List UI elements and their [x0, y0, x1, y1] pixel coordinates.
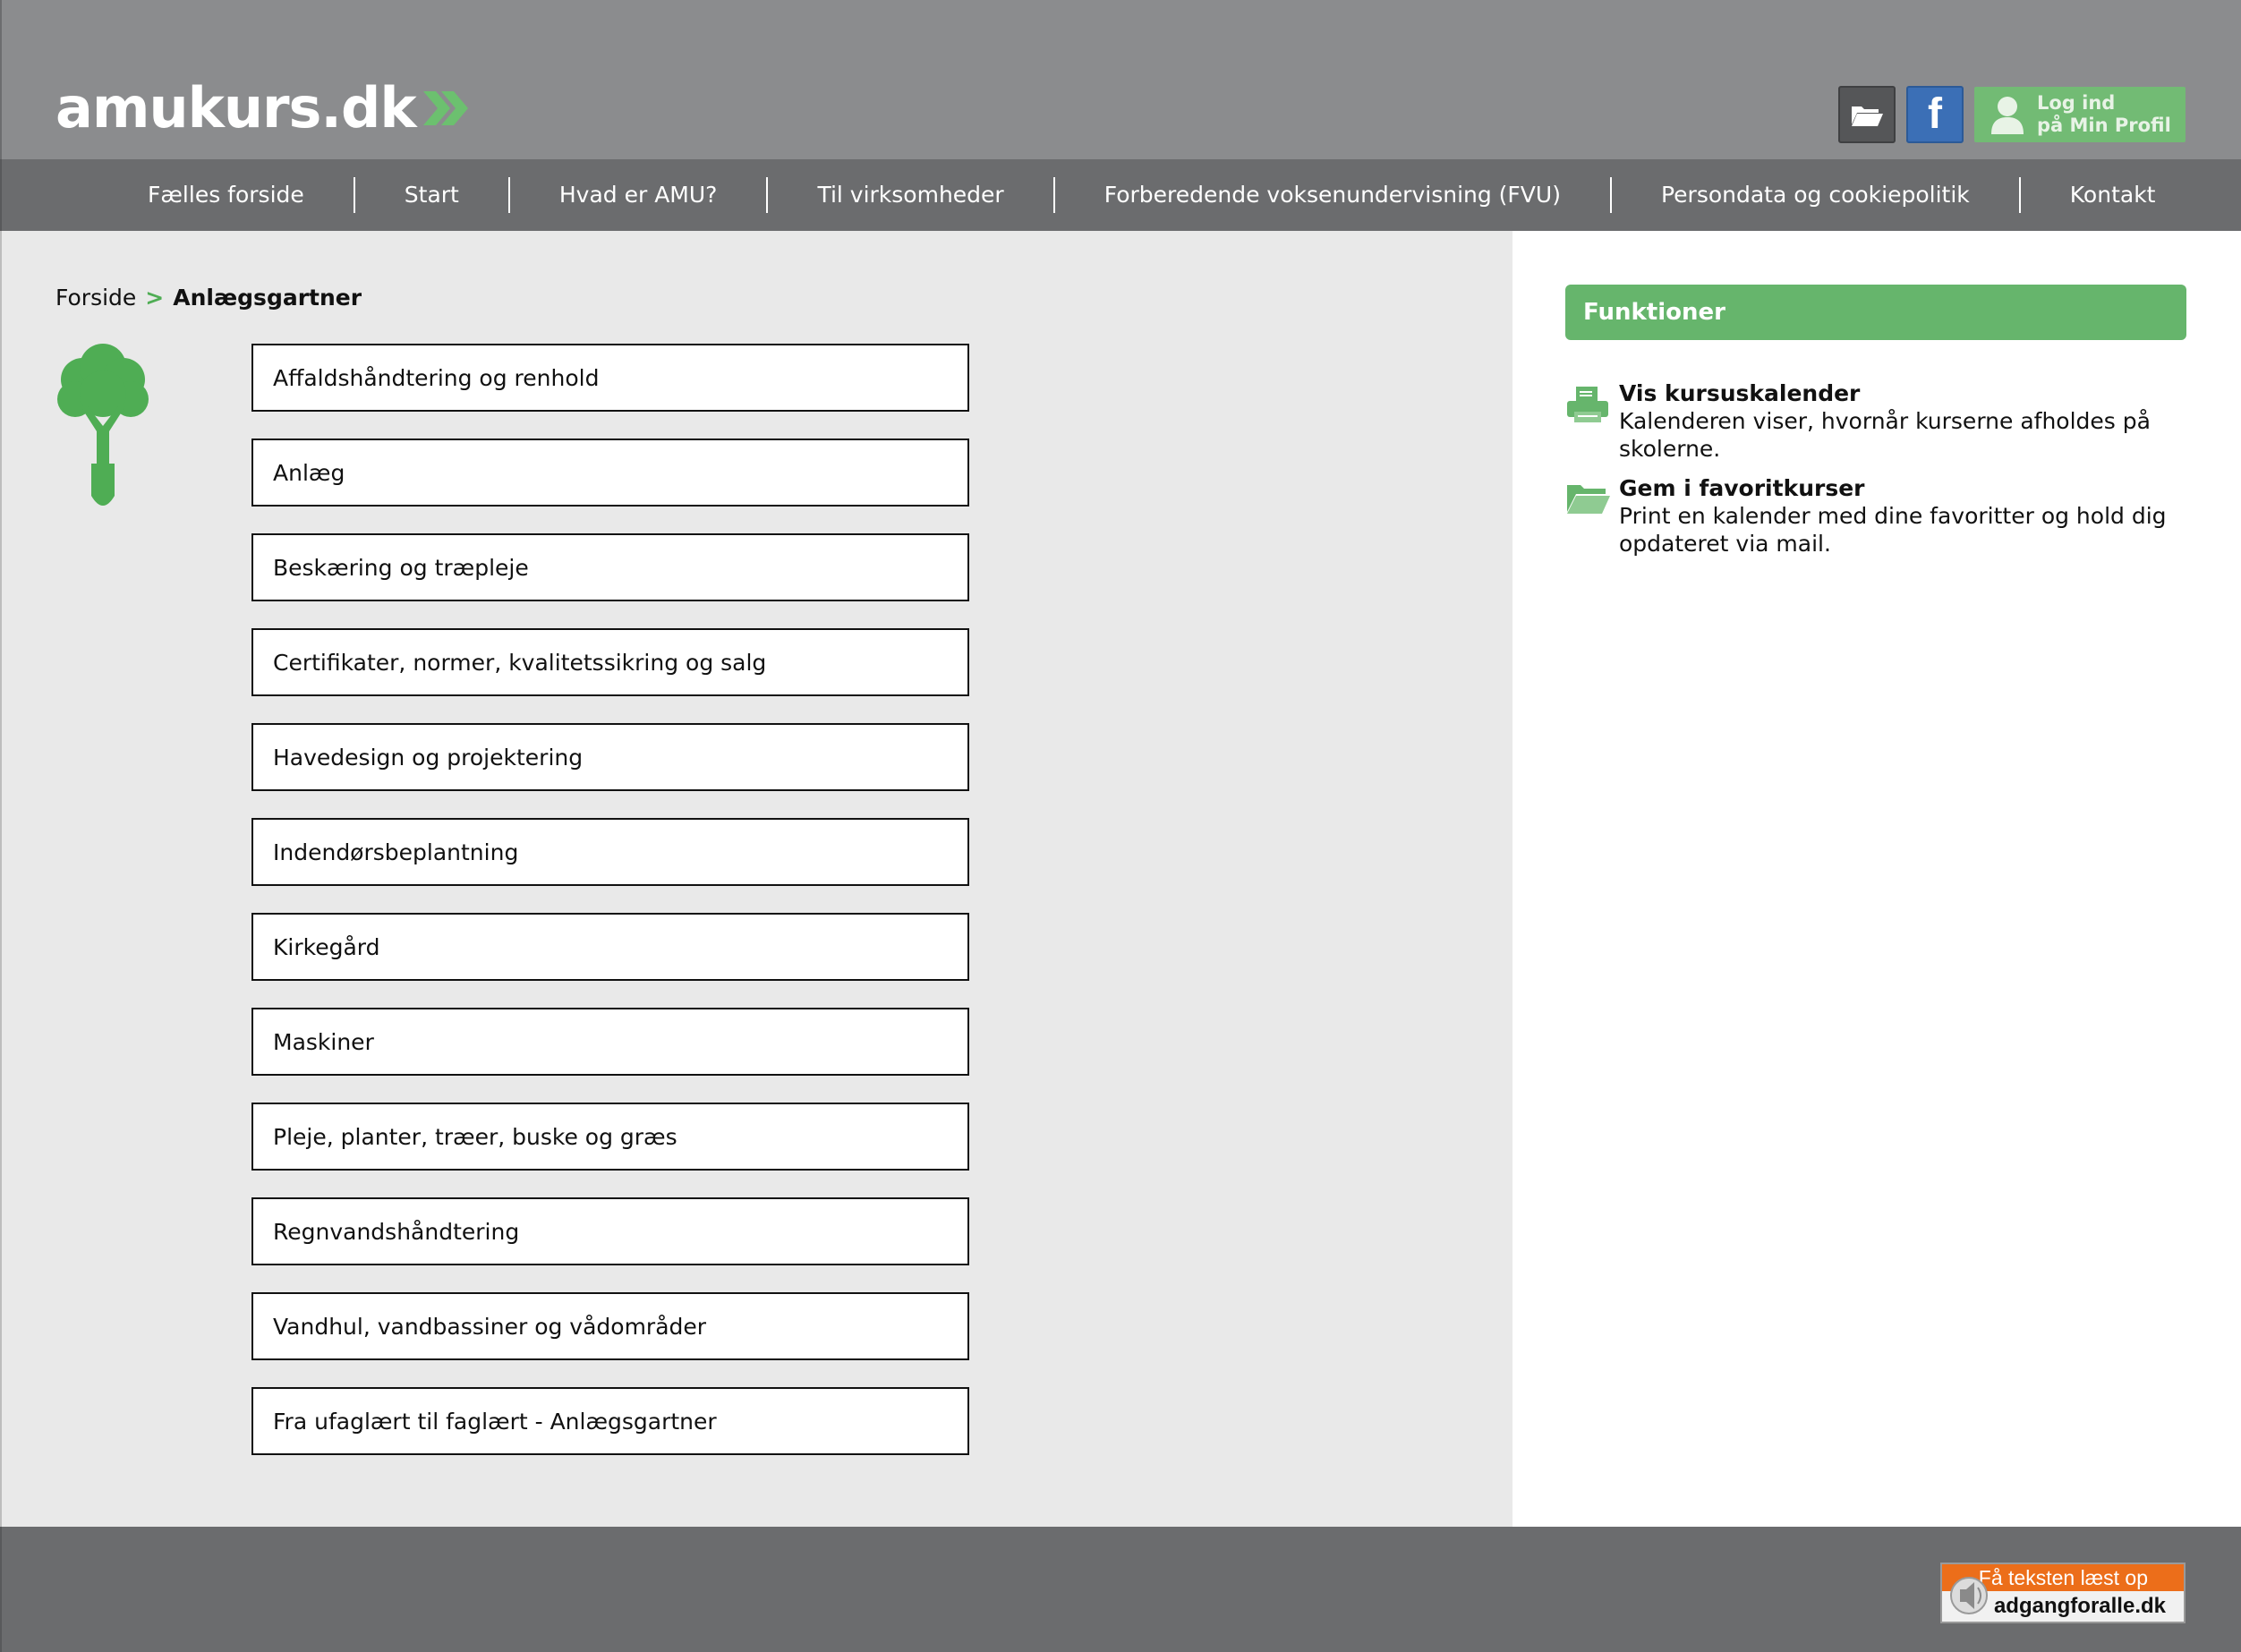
tree-shovel-icon — [55, 344, 150, 517]
login-label: Log ind på Min Profil — [2037, 92, 2171, 137]
category-item[interactable]: Fra ufaglært til faglært - Anlægsgartner — [251, 1387, 969, 1455]
category-item[interactable]: Vandhul, vandbassiner og vådområder — [251, 1292, 969, 1360]
nav-item-kontakt[interactable]: Kontakt — [2021, 177, 2205, 213]
readspeaker-button[interactable]: Få teksten læst op adgangforalle.dk — [1940, 1563, 2186, 1623]
login-line-2: på Min Profil — [2037, 115, 2171, 136]
speaker-icon — [1949, 1570, 1996, 1625]
category-item[interactable]: Kirkegård — [251, 913, 969, 981]
nav-item-hvad-er-amu[interactable]: Hvad er AMU? — [510, 177, 767, 213]
breadcrumb-home[interactable]: Forside — [55, 285, 136, 311]
category-item[interactable]: Maskiner — [251, 1008, 969, 1076]
function-text: Vis kursuskalender Kalenderen viser, hvo… — [1619, 379, 2186, 463]
category-item[interactable]: Regnvandshåndtering — [251, 1197, 969, 1265]
function-save-favorites[interactable]: Gem i favoritkurser Print en kalender me… — [1565, 474, 2186, 558]
site-header: amukurs.dk f Log ind på Min Profil — [0, 0, 2241, 159]
main-nav: Fælles forside Start Hvad er AMU? Til vi… — [0, 159, 2241, 231]
folder-icon — [1852, 106, 1883, 126]
function-title[interactable]: Vis kursuskalender — [1619, 379, 2186, 407]
logo-text: amukurs.dk — [55, 75, 417, 141]
breadcrumb-current: Anlægsgartner — [173, 285, 362, 311]
category-item[interactable]: Beskæring og træpleje — [251, 533, 969, 601]
login-line-1: Log ind — [2037, 92, 2116, 114]
printer-icon — [1565, 379, 1619, 463]
nav-item-til-virksomheder[interactable]: Til virksomheder — [768, 177, 1052, 213]
category-item[interactable]: Indendørsbeplantning — [251, 818, 969, 886]
facebook-button[interactable]: f — [1906, 86, 1964, 143]
nav-item-fvu[interactable]: Forberedende voksenundervisning (FVU) — [1055, 177, 1610, 213]
site-footer: Få teksten læst op adgangforalle.dk — [0, 1527, 2241, 1652]
function-text: Gem i favoritkurser Print en kalender me… — [1619, 474, 2186, 558]
category-item[interactable]: Anlæg — [251, 439, 969, 507]
breadcrumb-separator: > — [145, 285, 165, 311]
facebook-icon: f — [1928, 90, 1942, 138]
category-item[interactable]: Pleje, planter, træer, buske og græs — [251, 1103, 969, 1171]
function-desc: Kalenderen viser, hvornår kurserne afhol… — [1619, 408, 2151, 462]
function-show-calendar[interactable]: Vis kursuskalender Kalenderen viser, hvo… — [1565, 379, 2186, 463]
folder-icon — [1565, 474, 1619, 558]
header-actions: f Log ind på Min Profil — [1838, 86, 2186, 143]
nav-item-persondata[interactable]: Persondata og cookiepolitik — [1612, 177, 2019, 213]
function-title[interactable]: Gem i favoritkurser — [1619, 474, 2186, 502]
nav-item-faelles-forside[interactable]: Fælles forside — [98, 177, 354, 213]
nav-item-start[interactable]: Start — [355, 177, 508, 213]
category-item[interactable]: Havedesign og projektering — [251, 723, 969, 791]
functions-header: Funktioner — [1565, 285, 2186, 340]
breadcrumb: Forside > Anlægsgartner — [55, 285, 362, 311]
login-button[interactable]: Log ind på Min Profil — [1974, 87, 2186, 142]
category-list: Affaldshåndtering og renhold Anlæg Beskæ… — [251, 344, 969, 1482]
logo-arrows-icon — [422, 88, 470, 129]
category-item[interactable]: Certifikater, normer, kvalitetssikring o… — [251, 628, 969, 696]
user-icon — [1991, 97, 2024, 134]
folder-button[interactable] — [1838, 86, 1896, 143]
category-item[interactable]: Affaldshåndtering og renhold — [251, 344, 969, 412]
site-logo[interactable]: amukurs.dk — [55, 77, 470, 140]
function-desc: Print en kalender med dine favoritter og… — [1619, 503, 2167, 557]
